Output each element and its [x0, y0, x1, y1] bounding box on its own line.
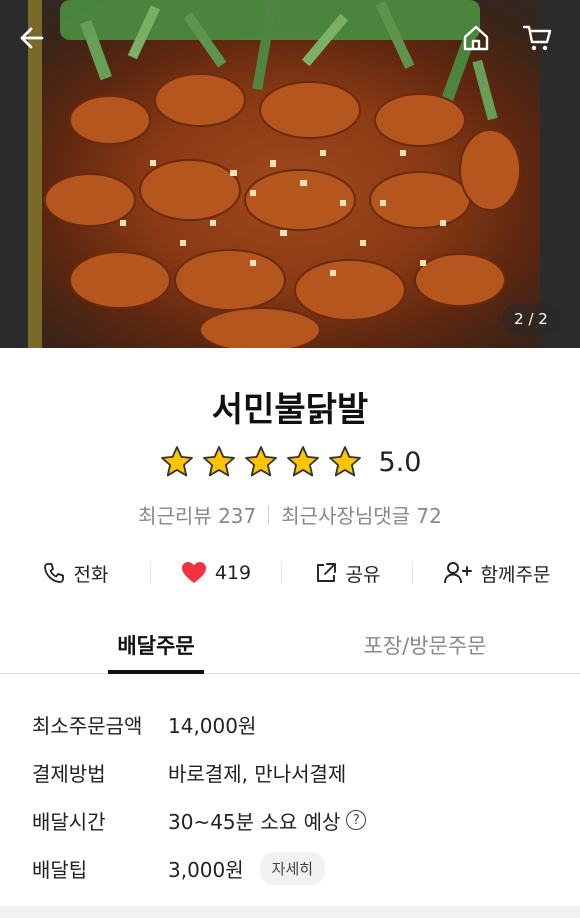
call-label: 전화: [73, 563, 109, 586]
cart-button[interactable]: [522, 24, 562, 64]
payment-label: 결제방법: [32, 761, 106, 786]
star-icon: [160, 446, 193, 477]
like-button[interactable]: 419: [151, 552, 281, 594]
heart-icon: [181, 562, 206, 583]
tab-delivery-order[interactable]: 배달주문: [108, 620, 204, 674]
delivery-tip-row: 배달팁 3,000원 자세히: [32, 844, 552, 892]
add-person-icon: [443, 562, 472, 584]
tab-pickup-order[interactable]: 포장/방문주문: [340, 620, 510, 674]
star-icon: [286, 446, 319, 477]
delivery-tip-details-button[interactable]: 자세히: [259, 851, 326, 885]
order-type-tabs: 배달주문 포장/방문주문: [0, 620, 580, 674]
group-order-button[interactable]: 함께주문: [413, 552, 580, 594]
question-circle-icon[interactable]: ?: [346, 810, 367, 830]
recent-reviews-link[interactable]: 최근리뷰 237: [138, 500, 256, 529]
divider: [268, 505, 270, 524]
delivery-details: 최소주문금액 14,000원 결제방법 바로결제, 만나서결제 배달시간 30~…: [32, 700, 552, 892]
delivery-time-label: 배달시간: [32, 809, 106, 834]
section-divider: [0, 906, 580, 918]
share-button[interactable]: 공유: [282, 552, 412, 594]
payment-row: 결제방법 바로결제, 만나서결제: [32, 748, 552, 796]
arrow-left-icon: [20, 27, 44, 49]
delivery-time-value: 30~45분 소요 예상: [168, 809, 341, 834]
min-order-label: 최소주문금액: [32, 713, 143, 738]
action-bar: 전화 419 공유 함께주문: [0, 552, 580, 594]
star-icon: [202, 446, 235, 477]
delivery-time-row: 배달시간 30~45분 소요 예상 ?: [32, 796, 552, 844]
delivery-time-value-wrap: 30~45분 소요 예상 ?: [168, 806, 367, 835]
rating-row: 5.0: [0, 444, 580, 480]
payment-value: 바로결제, 만나서결제: [168, 761, 347, 786]
delivery-tip-value: 3,000원: [168, 857, 244, 882]
review-summary: 최근리뷰 237 최근사장님댓글 72: [0, 500, 580, 529]
owner-replies-link[interactable]: 최근사장님댓글 72: [281, 500, 442, 529]
home-button[interactable]: [462, 24, 502, 64]
share-label: 공유: [345, 563, 381, 586]
store-photo[interactable]: 2 / 2: [0, 0, 580, 348]
star-icon: [328, 446, 361, 477]
star-icon: [244, 446, 277, 477]
like-count: 419: [214, 562, 252, 584]
delivery-tip-value-wrap: 3,000원 자세히: [168, 851, 326, 885]
photo-page-indicator: 2 / 2: [502, 303, 560, 335]
delivery-tip-label: 배달팁: [32, 857, 88, 882]
rating-value: 5.0: [378, 446, 422, 478]
group-order-label: 함께주문: [480, 563, 551, 586]
store-name: 서민불닭발: [211, 390, 369, 430]
cart-icon: [522, 25, 552, 51]
home-icon: [463, 25, 489, 51]
min-order-row: 최소주문금액 14,000원: [32, 700, 552, 748]
share-icon: [316, 563, 336, 582]
phone-icon: [43, 563, 64, 583]
min-order-value: 14,000원: [168, 713, 257, 738]
call-button[interactable]: 전화: [0, 552, 150, 594]
back-button[interactable]: [18, 24, 58, 64]
